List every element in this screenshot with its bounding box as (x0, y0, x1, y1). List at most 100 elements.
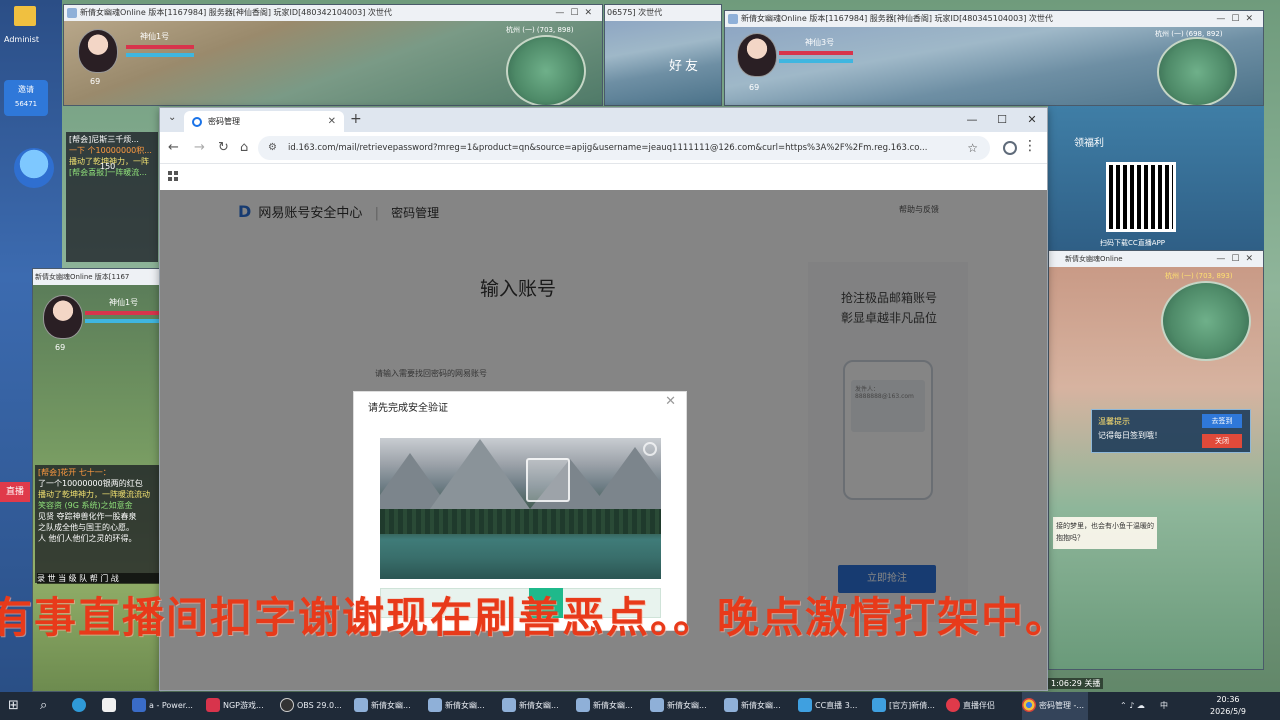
tip-text: 记得每日签到哦！ (1098, 431, 1162, 440)
start-button[interactable]: ⊞ (8, 692, 19, 720)
player-name: 神仙1号 (140, 32, 170, 41)
player-name: 神仙3号 (805, 38, 835, 47)
profile-icon[interactable] (1003, 141, 1017, 155)
chat-log[interactable]: [帮会]花开 七十一： 了一个10000000银两的红包 播动了乾坤神力，一阵暖… (35, 465, 159, 583)
tray-ime[interactable]: 中 (1160, 692, 1168, 720)
minimap[interactable] (1161, 281, 1251, 361)
player-level: 69 (749, 83, 760, 92)
refresh-icon[interactable] (643, 442, 657, 456)
game-titlebar[interactable]: 06575] 次世代 (605, 5, 721, 21)
captcha-close-icon[interactable]: ✕ (665, 394, 676, 409)
taskbar-item-ngp[interactable]: NGP游戏... (206, 692, 264, 720)
edge-icon[interactable] (72, 692, 89, 720)
new-tab-icon[interactable]: + (350, 111, 362, 127)
tip-signin-button[interactable]: 去签到 (1202, 414, 1242, 428)
taskbar-item-powershell[interactable]: a - Power... (132, 692, 193, 720)
chat-line: 笑容资 (9G 系统)之如意金 (38, 501, 133, 510)
taskbar-item-game-6[interactable]: 新倩女幽... (724, 692, 781, 720)
home-icon[interactable]: ⌂ (240, 140, 248, 156)
mascot-avatar[interactable] (14, 148, 54, 188)
taskbar: ⊞ ⌕ a - Power... NGP游戏... OBS 29.0... 新倩… (0, 692, 1280, 720)
player-avatar[interactable] (737, 33, 777, 77)
taskbar-item-game-5[interactable]: 新倩女幽... (650, 692, 707, 720)
tab-password-management[interactable]: 密码管理 ✕ (184, 111, 344, 132)
window-controls-icon[interactable]: —☐✕ (1216, 251, 1259, 267)
taskbar-label: 新倩女幽... (371, 701, 411, 710)
taskbar-item-cc-live[interactable]: CC直播 3... (798, 692, 857, 720)
game-scene[interactable] (605, 21, 721, 105)
reward-label[interactable]: 领福利 (1074, 134, 1104, 149)
qr-caption: 扫码下载CC直播APP (1100, 239, 1166, 247)
game-title: 新倩女幽魂Online 版本[1167984] 服务器[神仙香阁] 玩家ID[4… (741, 14, 1053, 23)
mp-bar (85, 319, 159, 323)
player-level: 69 (90, 77, 101, 86)
game-title: 06575] 次世代 (607, 8, 663, 17)
hp-bar (85, 311, 159, 315)
invite-button[interactable]: 邀请 56471 (4, 80, 48, 116)
taskbar-item-game-2[interactable]: 新倩女幽... (428, 692, 485, 720)
back-icon[interactable]: ← (168, 140, 179, 156)
friend-label[interactable]: 好友 (669, 55, 701, 74)
desktop-user-label: Administ (4, 35, 40, 44)
taskbar-item-obs[interactable]: OBS 29.0... (280, 692, 342, 720)
chat-log-top[interactable]: [帮会]尼斯三千烦... 一下 个10000000积... 播动了乾坤神力，一阵… (66, 132, 158, 262)
game-titlebar[interactable]: 新倩女幽魂Online 版本[1167984] 服务器[神仙香阁] 玩家ID[4… (725, 11, 1263, 27)
search-icon[interactable]: ⌕ (40, 692, 47, 720)
minimize-icon[interactable]: — (957, 108, 987, 132)
maximize-icon[interactable]: ☐ (987, 108, 1017, 132)
taskbar-item-game-1[interactable]: 新倩女幽... (354, 692, 411, 720)
qr-code (1106, 162, 1176, 232)
tab-list-icon[interactable]: ⌄ (168, 112, 176, 123)
close-icon[interactable]: ✕ (1017, 108, 1047, 132)
game-window-top-mid[interactable]: 06575] 次世代 好友 (604, 4, 722, 106)
game-titlebar[interactable]: 新倩女幽魂Online 版本[1167 (33, 269, 159, 285)
chat-line: [帮会]尼斯三千烦... (69, 135, 139, 144)
taskbar-item-game-3[interactable]: 新倩女幽... (502, 692, 559, 720)
tip-close-button[interactable]: 关闭 (1202, 434, 1242, 448)
map-coords: 杭州 (一) (703, 898) (506, 26, 574, 34)
live-badge[interactable]: 直播 (0, 482, 30, 502)
tab-favicon-icon (192, 117, 202, 127)
player-avatar[interactable] (78, 29, 118, 73)
chat-line: 了一个10000000银两的红包 (38, 479, 143, 488)
taskbar-item-live-companion[interactable]: 直播伴侣 (946, 692, 995, 720)
taskbar-label: 直播伴侣 (963, 701, 995, 710)
taskbar-item-game-4[interactable]: 新倩女幽... (576, 692, 633, 720)
window-controls-icon[interactable]: —☐✕ (1216, 11, 1259, 27)
taskbar-label: 新倩女幽... (593, 701, 633, 710)
bookmark-star-icon[interactable]: ☆ (967, 136, 978, 160)
taskbar-item-chrome[interactable]: 密码管理 -... (1022, 692, 1089, 720)
tab-close-icon[interactable]: ✕ (328, 111, 336, 132)
window-controls: — ☐ ✕ (957, 108, 1047, 132)
game-titlebar[interactable]: 新倩女幽魂Online 版本[1167984] 服务器[神仙香阁] 玩家ID[4… (64, 5, 602, 21)
forward-icon[interactable]: → (194, 140, 205, 156)
site-info-icon[interactable]: ⚙ (268, 136, 277, 160)
menu-dots-icon[interactable]: ⋮ (1023, 138, 1037, 154)
taskbar-item-official[interactable]: [官方]新倩... (872, 692, 935, 720)
mountain-shape (430, 438, 530, 509)
game-title: 新倩女幽魂Online 版本[1167984] 服务器[神仙香阁] 玩家ID[4… (80, 8, 392, 17)
taskbar-label: 新倩女幽... (667, 701, 707, 710)
game-titlebar[interactable]: 新倩女幽魂Online —☐✕ (1049, 251, 1263, 267)
game-app-icon (67, 8, 77, 18)
minimap[interactable] (1157, 37, 1237, 105)
game-window-top-left[interactable]: 新倩女幽魂Online 版本[1167984] 服务器[神仙香阁] 玩家ID[4… (63, 4, 603, 106)
pinned-app-icon[interactable] (102, 692, 119, 720)
address-bar[interactable]: ⚙ id.163.com/mail/retrievepassword?mreg=… (258, 136, 990, 160)
taskbar-label: 密码管理 -... (1039, 701, 1085, 710)
clock[interactable]: 20:36 2026/5/9 (1196, 694, 1260, 718)
desktop-folder-icon[interactable] (14, 6, 36, 26)
tray-icons[interactable]: ⌃ ♪ ☁ (1120, 692, 1145, 720)
apps-grid-icon[interactable] (168, 171, 178, 181)
map-coords: 杭州 (一) (703, 893) (1165, 272, 1233, 280)
clock-time: 20:36 (1216, 695, 1240, 704)
chat-tabs[interactable]: 录 世 当 级 队 帮 门 战 (37, 573, 159, 584)
game-title: 新倩女幽魂Online 版本[1167 (35, 273, 130, 281)
player-avatar[interactable] (43, 295, 83, 339)
window-controls-icon[interactable]: —☐✕ (555, 5, 598, 21)
minimap[interactable] (506, 35, 586, 105)
reload-icon[interactable]: ↻ (218, 140, 229, 156)
hp-bar (126, 45, 194, 49)
game-window-top-right[interactable]: 新倩女幽魂Online 版本[1167984] 服务器[神仙香阁] 玩家ID[4… (724, 10, 1264, 106)
taskbar-label: CC直播 3... (815, 701, 858, 710)
